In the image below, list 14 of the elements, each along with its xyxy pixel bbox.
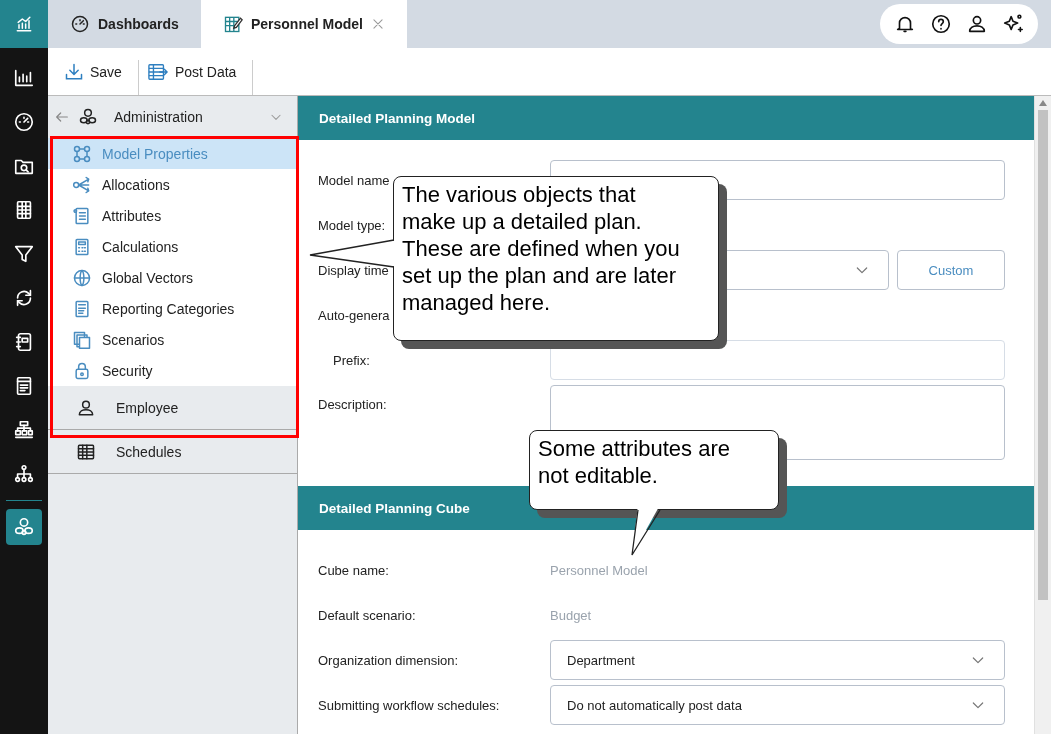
- read-only-value: Personnel Model: [550, 562, 648, 578]
- field-label: Model name: [318, 172, 390, 188]
- nav-header-title: Administration: [114, 109, 204, 125]
- read-only-value: Budget: [550, 607, 592, 623]
- field-label: Default scenario:: [318, 607, 416, 623]
- field-label: Submitting workflow schedules:: [318, 697, 500, 713]
- field-label: Prefix:: [332, 352, 370, 368]
- field-label: Auto-genera: [318, 307, 390, 323]
- field-label: Description:: [318, 397, 387, 412]
- field-label: Cube name:: [318, 562, 389, 578]
- field-label: Organization dimension:: [318, 652, 459, 668]
- field-label: Model type:: [318, 217, 386, 233]
- section-header: Detailed Planning Model: [298, 96, 1034, 140]
- field-label: Display time: [318, 262, 389, 278]
